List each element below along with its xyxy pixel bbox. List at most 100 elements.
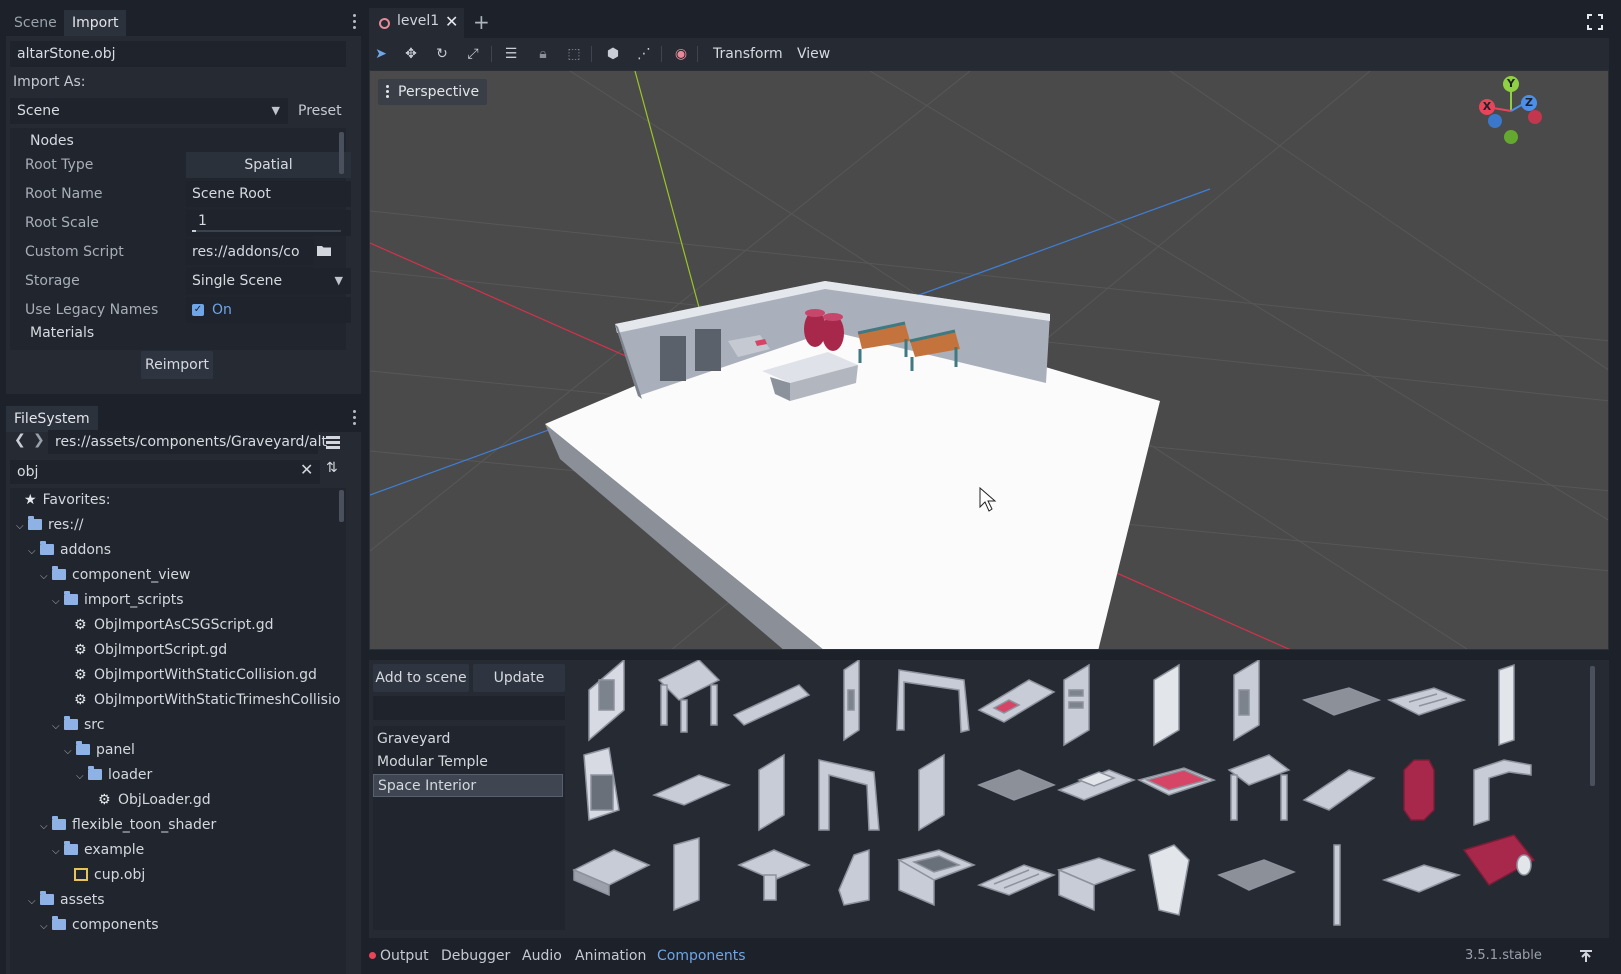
root-scale-value: 1 xyxy=(198,213,207,229)
tab-audio[interactable]: Audio xyxy=(522,938,562,974)
group-icon[interactable]: ⬚ xyxy=(566,46,582,62)
folder-icon xyxy=(52,916,66,930)
list-view-icon[interactable] xyxy=(326,436,340,449)
tree-item-objloader[interactable]: ⚙ ObjLoader.gd xyxy=(98,788,211,813)
nodes-section-header[interactable]: Nodes xyxy=(30,133,74,149)
gear-icon: ⚙ xyxy=(74,617,87,633)
category-space-interior[interactable]: Space Interior xyxy=(373,774,563,797)
tree-item-objimportwithstaticcollision[interactable]: ⚙ ObjImportWithStaticCollision.gd xyxy=(74,663,317,688)
tab-scene[interactable]: Scene xyxy=(6,10,65,36)
tree-item-components[interactable]: ⌵ components xyxy=(40,913,159,938)
scale-tool-icon[interactable]: ⤢ xyxy=(465,46,481,62)
import-as-select[interactable]: Scene ▼ xyxy=(10,98,288,124)
thumb-panel xyxy=(843,660,860,742)
use-legacy-names-checkbox[interactable]: ✓ On xyxy=(186,297,351,323)
tree-scrollbar[interactable] xyxy=(339,490,344,522)
add-to-scene-button[interactable]: Add to scene xyxy=(373,664,469,692)
forward-icon[interactable]: ❯ xyxy=(33,432,45,448)
path-field[interactable]: res://assets/components/Graveyard/alt xyxy=(48,430,327,454)
materials-section-header[interactable]: Materials xyxy=(30,325,94,341)
thumb-table-2 xyxy=(1227,754,1291,821)
menu-transform[interactable]: Transform xyxy=(713,38,783,70)
category-modular-temple[interactable]: Modular Temple xyxy=(373,751,563,774)
thumb-floor-tile xyxy=(976,769,1057,801)
tree-item-objimportwithstatictrimeshcollision[interactable]: ⚙ ObjImportWithStaticTrimeshCollisio xyxy=(74,688,340,713)
folder-icon xyxy=(40,891,54,905)
tree-item-src[interactable]: ⌵ src xyxy=(52,713,104,738)
filter-input[interactable]: obj xyxy=(10,460,320,484)
tab-components[interactable]: Components xyxy=(657,938,746,974)
tab-animation[interactable]: Animation xyxy=(575,938,646,974)
tree-item-res[interactable]: ⌵ res:// xyxy=(16,513,84,538)
distraction-free-icon[interactable] xyxy=(1587,14,1603,30)
root-scale-spinbox[interactable]: 1 xyxy=(186,210,351,236)
tree-item-import-scripts[interactable]: ⌵ import_scripts xyxy=(52,588,184,613)
snap-icon[interactable]: ⋰ xyxy=(636,46,652,62)
star-icon: ★ xyxy=(24,492,37,508)
close-icon[interactable]: ✕ xyxy=(445,12,458,31)
tab-debugger[interactable]: Debugger xyxy=(441,938,510,974)
root-type-button[interactable]: Spatial xyxy=(186,152,351,178)
dock-menu-icon[interactable] xyxy=(353,14,357,32)
folder-browse-icon[interactable] xyxy=(316,243,332,257)
category-graveyard[interactable]: Graveyard xyxy=(373,728,563,751)
tree-item-objimportscript[interactable]: ⚙ ObjImportScript.gd xyxy=(74,638,227,663)
local-space-icon[interactable]: ⬢ xyxy=(605,46,621,62)
tree-item-panel[interactable]: ⌵ panel xyxy=(64,738,135,763)
rotate-tool-icon[interactable]: ↻ xyxy=(434,46,450,62)
thumb-pillar xyxy=(1498,663,1515,747)
thumb-slab xyxy=(572,849,651,897)
move-tool-icon[interactable]: ✥ xyxy=(403,46,419,62)
tree-item-loader[interactable]: ⌵ loader xyxy=(76,763,152,788)
root-scale-slider[interactable] xyxy=(192,230,341,232)
tree-item-example[interactable]: ⌵ example xyxy=(52,838,144,863)
import-dock: Scene Import altarStone.obj Import As: S… xyxy=(6,8,361,394)
menu-view[interactable]: View xyxy=(797,38,830,70)
dock-menu-icon[interactable] xyxy=(353,410,357,428)
custom-script-field[interactable]: res://addons/co xyxy=(186,239,314,265)
tree-item-cup-obj[interactable]: cup.obj xyxy=(74,863,145,888)
view-gizmo[interactable]: Y X Z xyxy=(1475,75,1547,147)
sort-icon[interactable]: ⇅ xyxy=(326,460,338,476)
perspective-menu-button[interactable]: Perspective xyxy=(378,79,488,105)
tree-item-assets[interactable]: ⌵ assets xyxy=(28,888,105,913)
3d-viewport[interactable]: Perspective Y X Z xyxy=(369,70,1609,650)
folder-icon xyxy=(64,716,78,730)
clear-filter-icon[interactable]: ✕ xyxy=(300,460,313,479)
gizmo-y-axis[interactable]: Y xyxy=(1503,76,1519,92)
gizmo-z-axis[interactable]: Z xyxy=(1521,95,1537,111)
preset-button[interactable]: Preset xyxy=(298,103,342,119)
scene-render xyxy=(370,71,1608,649)
storage-value: Single Scene xyxy=(192,273,283,289)
root-name-field[interactable]: Scene Root xyxy=(186,181,351,207)
gizmo-x-axis[interactable]: X xyxy=(1479,99,1495,115)
thumbnail-scrollbar[interactable] xyxy=(1590,666,1595,786)
chevron-down-icon: ⌵ xyxy=(28,546,36,557)
thumb-corner-wall xyxy=(583,747,620,822)
add-tab-icon[interactable]: + xyxy=(473,10,490,34)
chevron-down-icon: ⌵ xyxy=(52,846,60,857)
lock-icon[interactable]: 🔒︎ xyxy=(535,46,551,62)
tree-favorites[interactable]: ★ Favorites: xyxy=(24,488,111,513)
tab-import[interactable]: Import xyxy=(64,10,127,36)
component-search-input[interactable] xyxy=(373,696,565,720)
tree-item-component-view[interactable]: ⌵ component_view xyxy=(40,563,190,588)
thumb-arch xyxy=(896,669,970,733)
storage-select[interactable]: Single Scene ▼ xyxy=(186,268,351,294)
list-select-icon[interactable]: ☰ xyxy=(503,46,519,62)
reimport-button[interactable]: Reimport xyxy=(141,351,213,379)
scene-tab-level1[interactable]: level1 ✕ xyxy=(369,8,464,38)
update-button[interactable]: Update xyxy=(473,664,565,692)
tab-filesystem[interactable]: FileSystem xyxy=(6,406,98,432)
camera-icon[interactable]: ◉ xyxy=(673,46,689,62)
tree-item-flexible-toon-shader[interactable]: ⌵ flexible_toon_shader xyxy=(40,813,216,838)
expand-panel-icon[interactable] xyxy=(1579,949,1593,963)
tab-output[interactable]: Output xyxy=(380,938,429,974)
back-icon[interactable]: ❮ xyxy=(14,432,26,448)
thumb-stairs-floor xyxy=(1386,687,1467,716)
properties-scrollbar[interactable] xyxy=(339,132,344,174)
tree-item-addons[interactable]: ⌵ addons xyxy=(28,538,111,563)
tree-item-objimportascsgscript[interactable]: ⚙ ObjImportAsCSGScript.gd xyxy=(74,613,273,638)
select-tool-icon[interactable]: ➤ xyxy=(373,46,389,62)
import-dock-tabbar: Scene Import xyxy=(6,8,361,36)
